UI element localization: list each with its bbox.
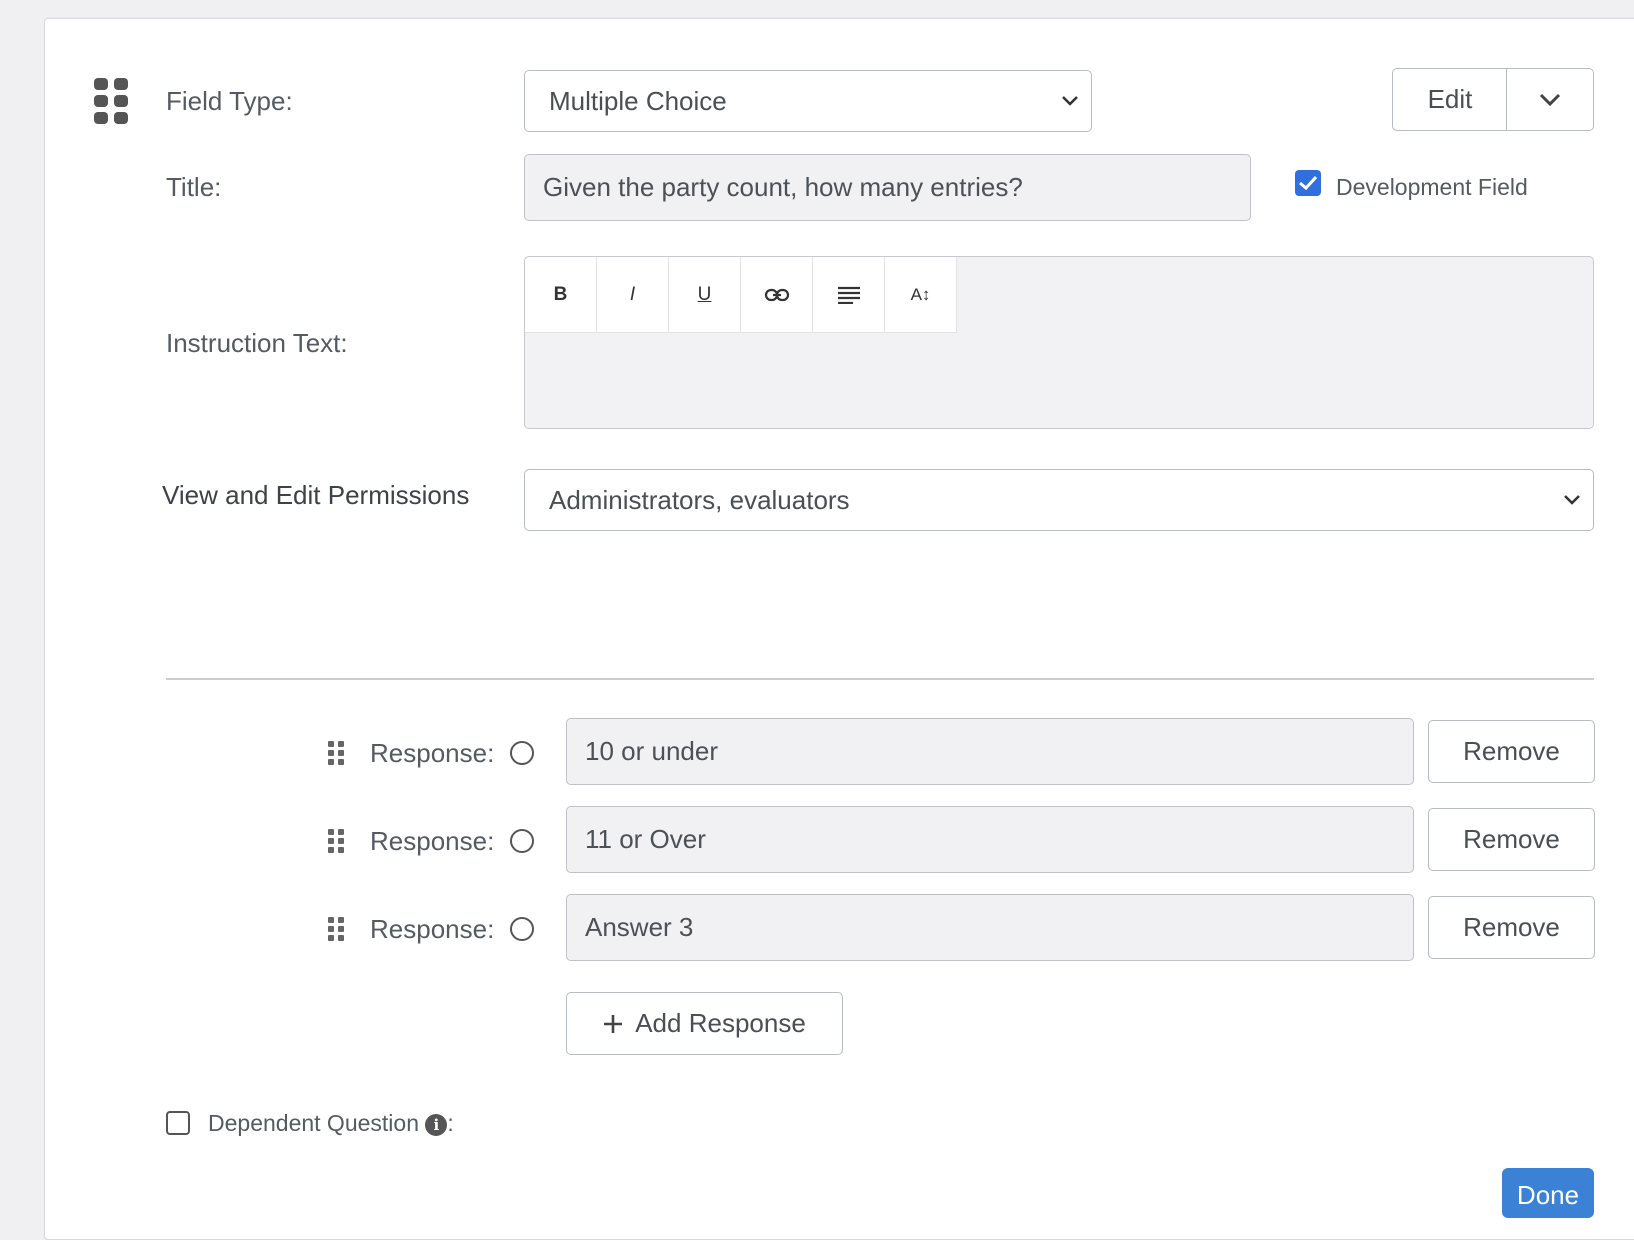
add-response-button[interactable]: Add Response — [566, 992, 843, 1055]
align-button[interactable] — [813, 257, 885, 333]
drag-handle-icon[interactable] — [328, 741, 344, 765]
underline-icon: U — [697, 283, 712, 305]
dependent-question-label: Dependent Question — [208, 1110, 419, 1136]
edit-dropdown-button[interactable] — [1506, 68, 1594, 131]
response-input[interactable]: 11 or Over — [566, 806, 1414, 873]
response-input[interactable]: 10 or under — [566, 718, 1414, 785]
dependent-question-checkbox[interactable] — [166, 1111, 190, 1135]
permissions-label: View and Edit Permissions — [162, 480, 470, 510]
response-label: Response: — [370, 914, 495, 944]
development-field-label: Development Field — [1336, 174, 1528, 200]
field-type-label: Field Type: — [166, 86, 293, 116]
checkmark-icon — [1299, 175, 1318, 191]
section-divider — [166, 678, 1594, 680]
chevron-down-icon — [1538, 84, 1562, 115]
title-label: Title: — [166, 172, 222, 202]
field-type-value: Multiple Choice — [549, 85, 727, 116]
instruction-text-label: Instruction Text: — [166, 328, 348, 358]
chevron-down-icon — [1563, 494, 1581, 506]
link-button[interactable] — [741, 257, 813, 333]
chevron-down-icon — [1061, 95, 1079, 107]
edit-button[interactable]: Edit — [1392, 68, 1508, 131]
add-response-label: Add Response — [635, 1008, 806, 1038]
dependent-question-label-group: Dependent Question i: — [208, 1110, 454, 1137]
dependent-question-suffix: : — [447, 1110, 454, 1136]
remove-button[interactable]: Remove — [1428, 720, 1595, 783]
bold-button[interactable]: B — [525, 257, 597, 333]
response-radio[interactable] — [510, 741, 534, 765]
done-button[interactable]: Done — [1502, 1168, 1594, 1218]
italic-button[interactable]: I — [597, 257, 669, 333]
remove-button[interactable]: Remove — [1428, 808, 1595, 871]
response-radio[interactable] — [510, 829, 534, 853]
link-icon — [764, 288, 789, 301]
font-size-button[interactable]: A↕ — [885, 257, 957, 333]
plus-icon — [604, 1014, 623, 1033]
response-label: Response: — [370, 826, 495, 856]
response-radio[interactable] — [510, 917, 534, 941]
permissions-value: Administrators, evaluators — [549, 484, 850, 515]
response-label: Response: — [370, 738, 495, 768]
response-input[interactable]: Answer 3 — [566, 894, 1414, 961]
remove-button[interactable]: Remove — [1428, 896, 1595, 959]
underline-button[interactable]: U — [669, 257, 741, 333]
development-field-checkbox[interactable] — [1295, 170, 1321, 196]
font-size-icon: A↕ — [910, 284, 931, 304]
info-icon[interactable]: i — [425, 1113, 448, 1136]
italic-icon: I — [629, 283, 636, 305]
align-left-icon — [837, 286, 860, 304]
bold-icon: B — [553, 283, 568, 305]
drag-handle-icon[interactable] — [328, 917, 344, 941]
drag-handle-icon[interactable] — [328, 829, 344, 853]
drag-handle-icon[interactable] — [94, 78, 128, 124]
instruction-text-editor[interactable]: B I U A↕ — [524, 256, 1594, 429]
field-type-select[interactable]: Multiple Choice — [524, 70, 1092, 132]
editor-toolbar: B I U A↕ — [525, 257, 957, 333]
permissions-select[interactable]: Administrators, evaluators — [524, 469, 1594, 531]
title-input[interactable]: Given the party count, how many entries? — [524, 154, 1251, 221]
